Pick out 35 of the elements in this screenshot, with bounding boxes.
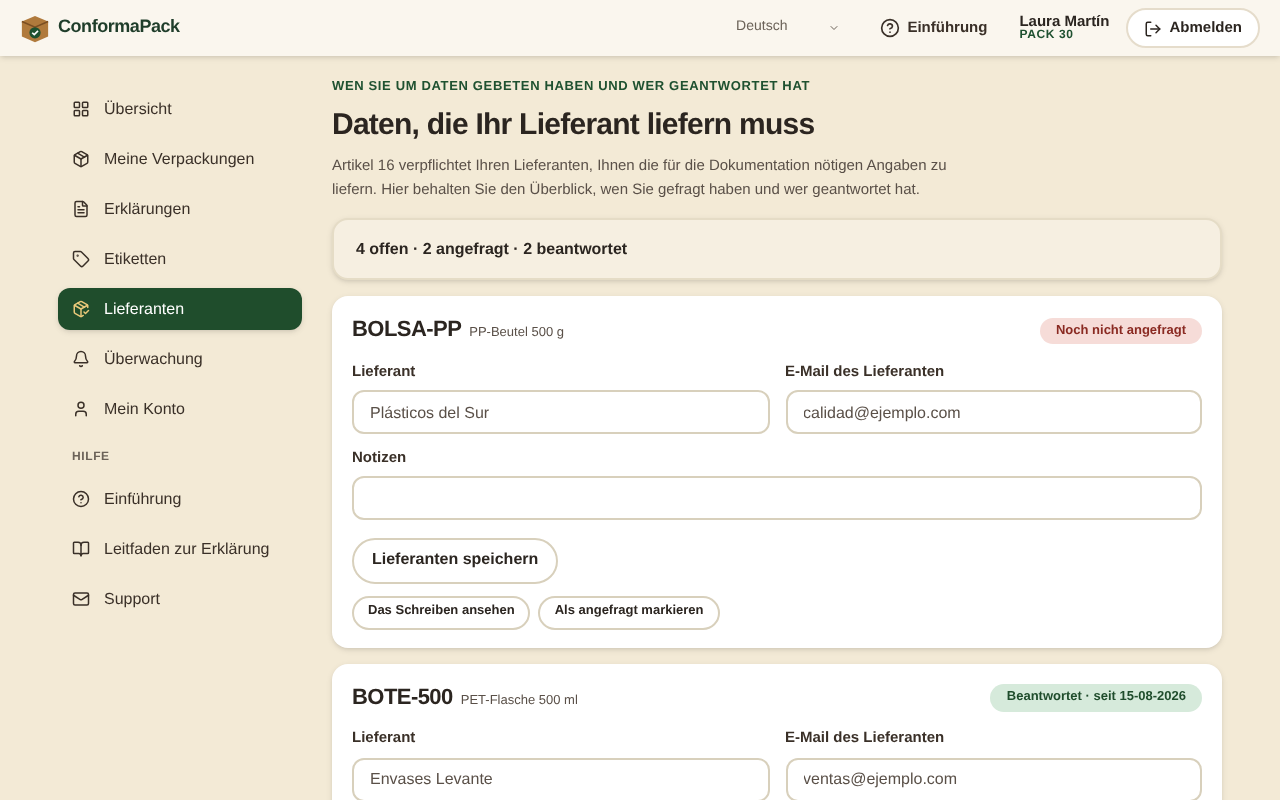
book-icon — [72, 540, 90, 558]
box-icon — [72, 300, 90, 318]
notes-field[interactable] — [352, 476, 1202, 521]
nav-item[interactable]: Erklärungen — [58, 188, 302, 230]
save-button[interactable]: Lieferanten speichern — [352, 537, 559, 584]
nav-item[interactable]: Etiketten — [58, 238, 302, 280]
email-field[interactable]: calidad@ejemplo.com — [785, 390, 1202, 434]
product-code: BOTE-500 — [352, 683, 453, 714]
nav-item[interactable]: Einführung — [58, 478, 302, 520]
nav-item[interactable]: Meine Verpackungen — [58, 138, 302, 180]
logout-icon — [1143, 19, 1162, 37]
nav-item[interactable]: Lieferanten — [58, 288, 302, 330]
nav-item[interactable]: Mein Konto — [58, 388, 302, 430]
email-field[interactable]: ventas@ejemplo.com — [785, 757, 1202, 800]
user-icon — [72, 400, 90, 418]
summary-text: 4 offen · 2 angefragt · 2 beantwortet — [356, 237, 628, 262]
box-icon — [72, 150, 90, 168]
nav-item[interactable]: Übersicht — [58, 88, 302, 130]
nav-item[interactable]: Überwachung — [58, 338, 302, 380]
mail-icon — [72, 590, 90, 608]
page-title: Daten, die Ihr Lieferant liefern muss — [332, 105, 817, 146]
help-icon — [72, 490, 90, 508]
logo-text: ConformaPack — [58, 14, 180, 41]
box-logo-icon — [20, 13, 50, 43]
help-icon — [879, 18, 900, 38]
product-code: BOLSA-PP — [352, 316, 462, 347]
supplier-field[interactable]: Envases Levante — [352, 757, 769, 800]
nav-item[interactable]: Leitfaden zur Erklärung — [58, 528, 302, 570]
nav-item[interactable]: Support — [58, 578, 302, 620]
bell-icon — [72, 350, 90, 368]
chevron-icon — [827, 22, 840, 34]
document-icon — [72, 200, 90, 218]
supplier-field[interactable]: Plásticos del Sur — [352, 390, 769, 434]
tag-icon — [72, 250, 90, 268]
grid-icon — [72, 100, 90, 118]
